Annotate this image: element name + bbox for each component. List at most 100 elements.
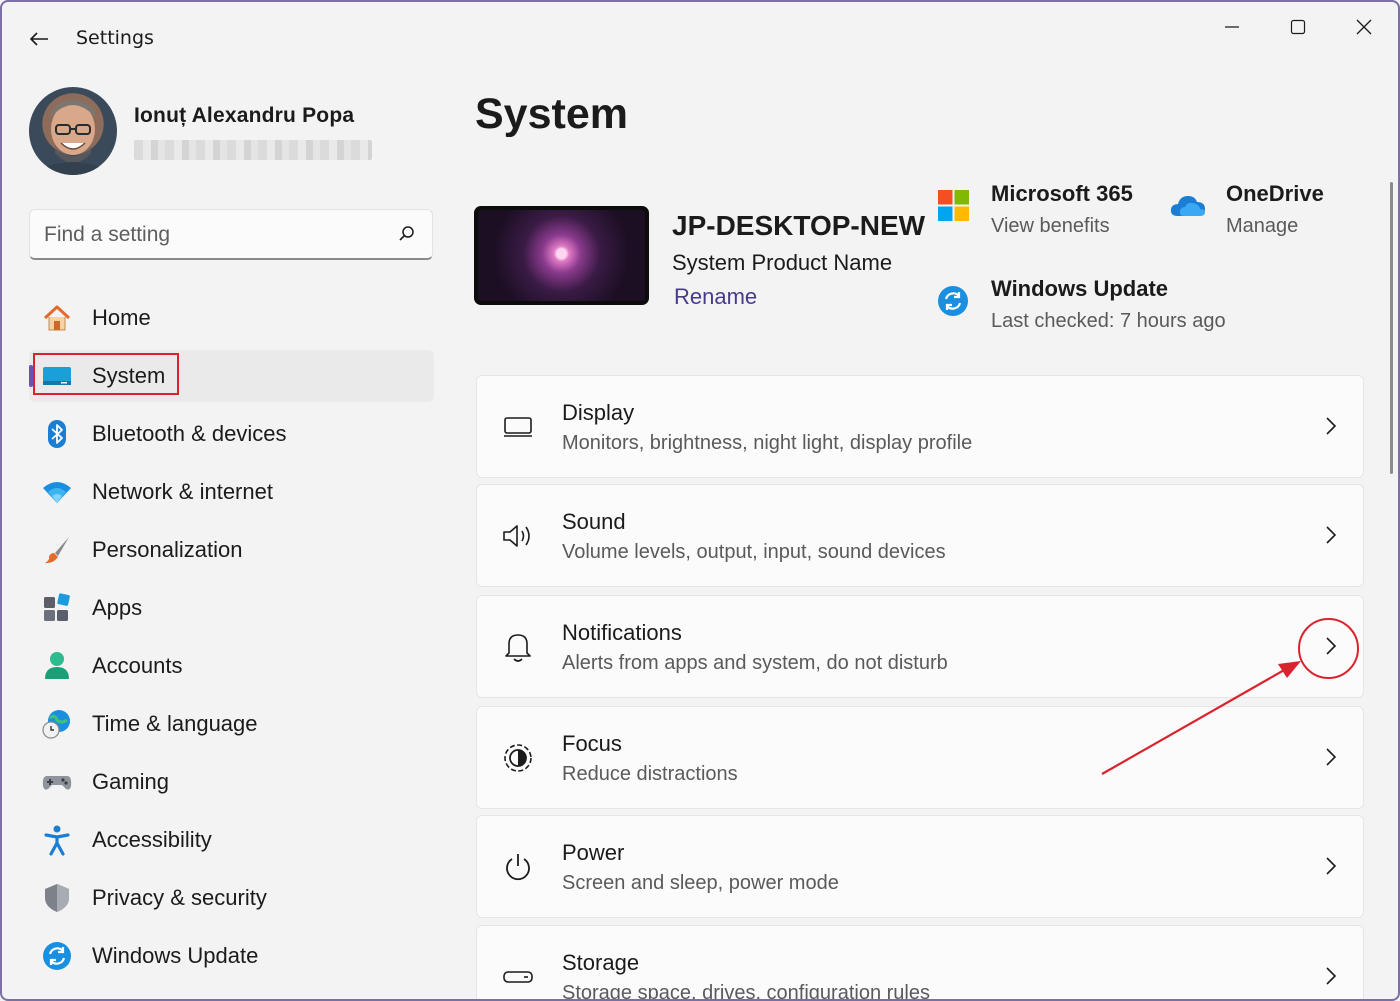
sidebar-item-gaming[interactable]: Gaming (29, 756, 434, 808)
wallpaper-preview (478, 210, 645, 301)
bluetooth-icon (41, 418, 73, 450)
bell-icon (501, 630, 535, 664)
wifi-icon (41, 476, 73, 508)
focus-icon (501, 741, 535, 775)
card-notifications[interactable]: Notifications Alerts from apps and syste… (476, 595, 1364, 698)
card-title: Notifications (562, 620, 682, 645)
maximize-button[interactable] (1268, 10, 1328, 44)
microsoft-365-title: Microsoft 365 (991, 181, 1133, 206)
chevron-right-icon (1326, 526, 1337, 544)
search-input[interactable] (44, 220, 384, 250)
sidebar-item-label: Accessibility (92, 827, 212, 852)
globe-clock-icon (41, 708, 73, 740)
chevron-right-icon (1326, 748, 1337, 766)
chevron-right-icon (1326, 857, 1337, 875)
monitor-icon (501, 410, 535, 444)
card-title: Focus (562, 731, 622, 756)
power-icon (501, 850, 535, 884)
card-subtitle: Monitors, brightness, night light, displ… (562, 432, 973, 454)
brush-icon (41, 534, 73, 566)
sidebar-item-accessibility[interactable]: Accessibility (29, 814, 434, 866)
windows-update-subtitle: Last checked: 7 hours ago (991, 310, 1226, 332)
sidebar-item-system[interactable]: System (29, 350, 434, 402)
back-button[interactable] (24, 26, 54, 52)
sidebar-item-label: Apps (92, 595, 143, 620)
card-storage[interactable]: Storage Storage space, drives, configura… (476, 925, 1364, 1001)
close-icon (1356, 19, 1372, 35)
avatar-photo-icon (29, 100, 117, 175)
person-icon (41, 650, 73, 682)
sidebar-item-label: Network & internet (92, 479, 273, 504)
back-arrow-icon (29, 32, 48, 46)
card-title: Power (562, 840, 625, 865)
onedrive-subtitle: Manage (1226, 215, 1299, 237)
card-power[interactable]: Power Screen and sleep, power mode (476, 815, 1364, 918)
accessibility-icon (41, 824, 73, 856)
minimize-icon (1225, 26, 1239, 28)
card-subtitle: Storage space, drives, configuration rul… (562, 982, 930, 1001)
annotation-circle (1298, 618, 1359, 679)
card-sound[interactable]: Sound Volume levels, output, input, soun… (476, 484, 1364, 587)
card-title: Display (562, 400, 635, 425)
sidebar-item-time-language[interactable]: Time & language (29, 698, 434, 750)
microsoft-365-subtitle: View benefits (991, 215, 1110, 237)
settings-window: Settings Ionuț Alexandru Popa Find a set… (0, 0, 1400, 1001)
title-bar: Settings (2, 2, 1398, 72)
windows-update-icon (938, 286, 968, 316)
card-title: Sound (562, 509, 626, 534)
search-icon[interactable] (398, 225, 416, 243)
card-title: Storage (562, 950, 640, 975)
card-subtitle: Volume levels, output, input, sound devi… (562, 541, 946, 563)
device-name: JP-DESKTOP-NEW (672, 210, 926, 241)
annotation-highlight-box (33, 353, 179, 395)
profile-email-obscured (134, 140, 372, 160)
sidebar-nav: Home System Bluetooth & devices Network … (29, 292, 434, 988)
sidebar-item-windows-update[interactable]: Windows Update (29, 930, 434, 982)
rename-link[interactable]: Rename (674, 284, 757, 310)
sidebar-item-label: Gaming (92, 769, 170, 794)
sidebar-item-home[interactable]: Home (29, 292, 434, 344)
apps-icon (41, 592, 73, 624)
card-subtitle: Alerts from apps and system, do not dist… (562, 652, 948, 674)
minimize-button[interactable] (1202, 10, 1262, 44)
sidebar-item-bluetooth[interactable]: Bluetooth & devices (29, 408, 434, 460)
speaker-icon (501, 519, 535, 553)
scrollbar[interactable] (1390, 182, 1393, 474)
card-focus[interactable]: Focus Reduce distractions (476, 706, 1364, 809)
onedrive-title: OneDrive (1226, 181, 1324, 206)
chevron-right-icon (1326, 417, 1337, 435)
sidebar-item-personalization[interactable]: Personalization (29, 524, 434, 576)
sidebar-item-label: Time & language (92, 711, 258, 736)
device-thumbnail (474, 206, 649, 305)
microsoft-365-icon (938, 190, 969, 221)
onedrive-icon (1170, 196, 1205, 216)
search-box[interactable] (29, 209, 433, 260)
maximize-icon (1290, 19, 1306, 35)
app-title: Settings (76, 27, 154, 49)
sidebar-item-label: Windows Update (92, 943, 259, 968)
onedrive-link[interactable]: OneDrive Manage (1226, 181, 1324, 238)
profile-name: Ionuț Alexandru Popa (134, 104, 355, 127)
card-subtitle: Screen and sleep, power mode (562, 872, 839, 894)
sidebar-item-label: Home (92, 305, 151, 330)
windows-update-link[interactable]: Windows Update Last checked: 7 hours ago (991, 276, 1226, 333)
shield-icon (41, 882, 73, 914)
sidebar-item-apps[interactable]: Apps (29, 582, 434, 634)
sidebar-item-network[interactable]: Network & internet (29, 466, 434, 518)
update-icon (41, 940, 73, 972)
microsoft-365-link[interactable]: Microsoft 365 View benefits (991, 181, 1133, 238)
sidebar-item-label: Privacy & security (92, 885, 267, 910)
sidebar-item-label: Accounts (92, 653, 183, 678)
sidebar-item-label: Personalization (92, 537, 243, 562)
close-button[interactable] (1334, 10, 1394, 44)
card-subtitle: Reduce distractions (562, 763, 738, 785)
home-icon (41, 302, 73, 334)
card-display[interactable]: Display Monitors, brightness, night ligh… (476, 375, 1364, 478)
device-model: System Product Name (672, 250, 893, 275)
sidebar-item-accounts[interactable]: Accounts (29, 640, 434, 692)
page-title: System (475, 90, 628, 138)
avatar[interactable] (29, 87, 117, 175)
sidebar-item-label: Bluetooth & devices (92, 421, 287, 446)
sidebar-item-privacy[interactable]: Privacy & security (29, 872, 434, 924)
gamepad-icon (41, 766, 73, 798)
